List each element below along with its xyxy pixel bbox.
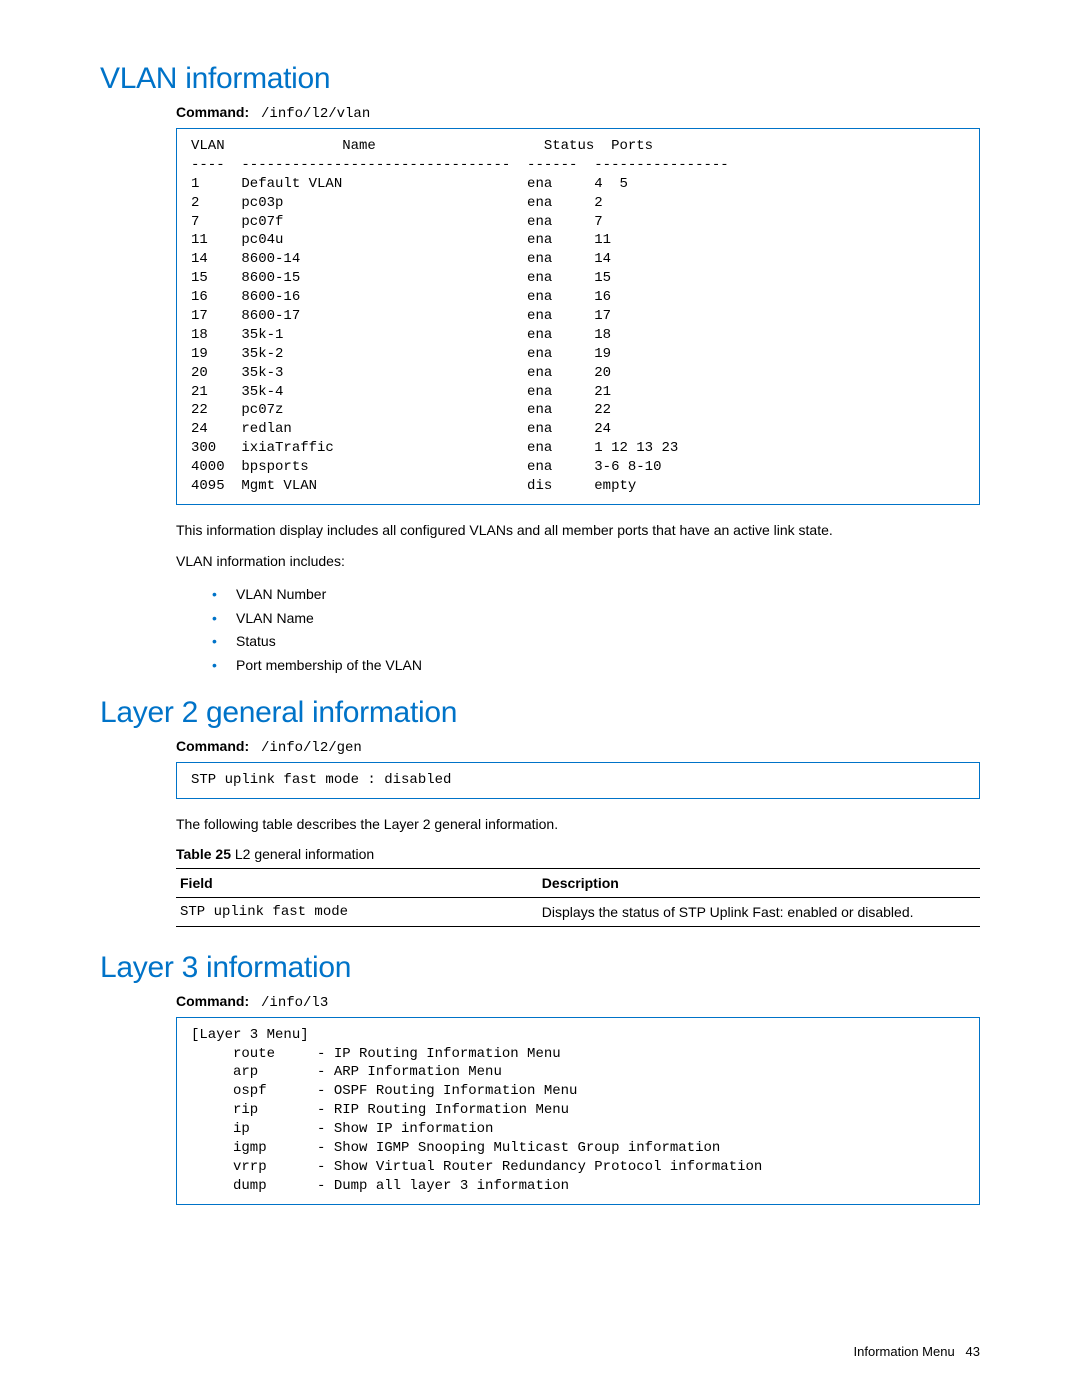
command-label: Command:	[176, 993, 249, 1009]
command-text: /info/l3	[261, 995, 328, 1011]
table-title: L2 general information	[231, 846, 374, 862]
section2-body: Command: /info/l2/gen STP uplink fast mo…	[176, 738, 980, 927]
footer-section: Information Menu	[854, 1344, 955, 1359]
footer-page-number: 43	[966, 1344, 980, 1359]
table-caption: Table 25 L2 general information	[176, 846, 980, 862]
heading-vlan-info: VLAN information	[100, 62, 980, 96]
page-footer: Information Menu 43	[854, 1344, 980, 1359]
table-header-field: Field	[176, 868, 538, 897]
para-l2gen: The following table describes the Layer …	[176, 815, 980, 834]
command-line-3: Command: /info/l3	[176, 993, 980, 1011]
table-number: Table 25	[176, 846, 231, 862]
command-line-1: Command: /info/l2/vlan	[176, 104, 980, 122]
table-header-desc: Description	[538, 868, 980, 897]
list-item: VLAN Number	[212, 583, 980, 607]
table-cell-field: STP uplink fast mode	[176, 897, 538, 926]
para-vlan-intro: This information display includes all co…	[176, 521, 980, 540]
command-label: Command:	[176, 104, 249, 120]
command-text: /info/l2/gen	[261, 740, 362, 756]
l2-general-table: Field Description STP uplink fast mode D…	[176, 868, 980, 927]
section1-body: Command: /info/l2/vlan VLAN Name Status …	[176, 104, 980, 678]
table-cell-desc: Displays the status of STP Uplink Fast: …	[538, 897, 980, 926]
command-text: /info/l2/vlan	[261, 106, 370, 122]
table-row: STP uplink fast mode Displays the status…	[176, 897, 980, 926]
list-item: Port membership of the VLAN	[212, 654, 980, 678]
command-line-2: Command: /info/l2/gen	[176, 738, 980, 756]
l3-output-box: [Layer 3 Menu] route - IP Routing Inform…	[176, 1017, 980, 1205]
heading-layer2-gen: Layer 2 general information	[100, 696, 980, 730]
page-content: VLAN information Command: /info/l2/vlan …	[0, 0, 1080, 1261]
list-item: VLAN Name	[212, 607, 980, 631]
heading-layer3-info: Layer 3 information	[100, 951, 980, 985]
vlan-output-box: VLAN Name Status Ports ---- ------------…	[176, 128, 980, 505]
para-vlan-includes: VLAN information includes:	[176, 552, 980, 571]
vlan-bullet-list: VLAN Number VLAN Name Status Port member…	[212, 583, 980, 678]
section3-body: Command: /info/l3 [Layer 3 Menu] route -…	[176, 993, 980, 1205]
command-label: Command:	[176, 738, 249, 754]
list-item: Status	[212, 630, 980, 654]
l2gen-output-box: STP uplink fast mode : disabled	[176, 762, 980, 799]
